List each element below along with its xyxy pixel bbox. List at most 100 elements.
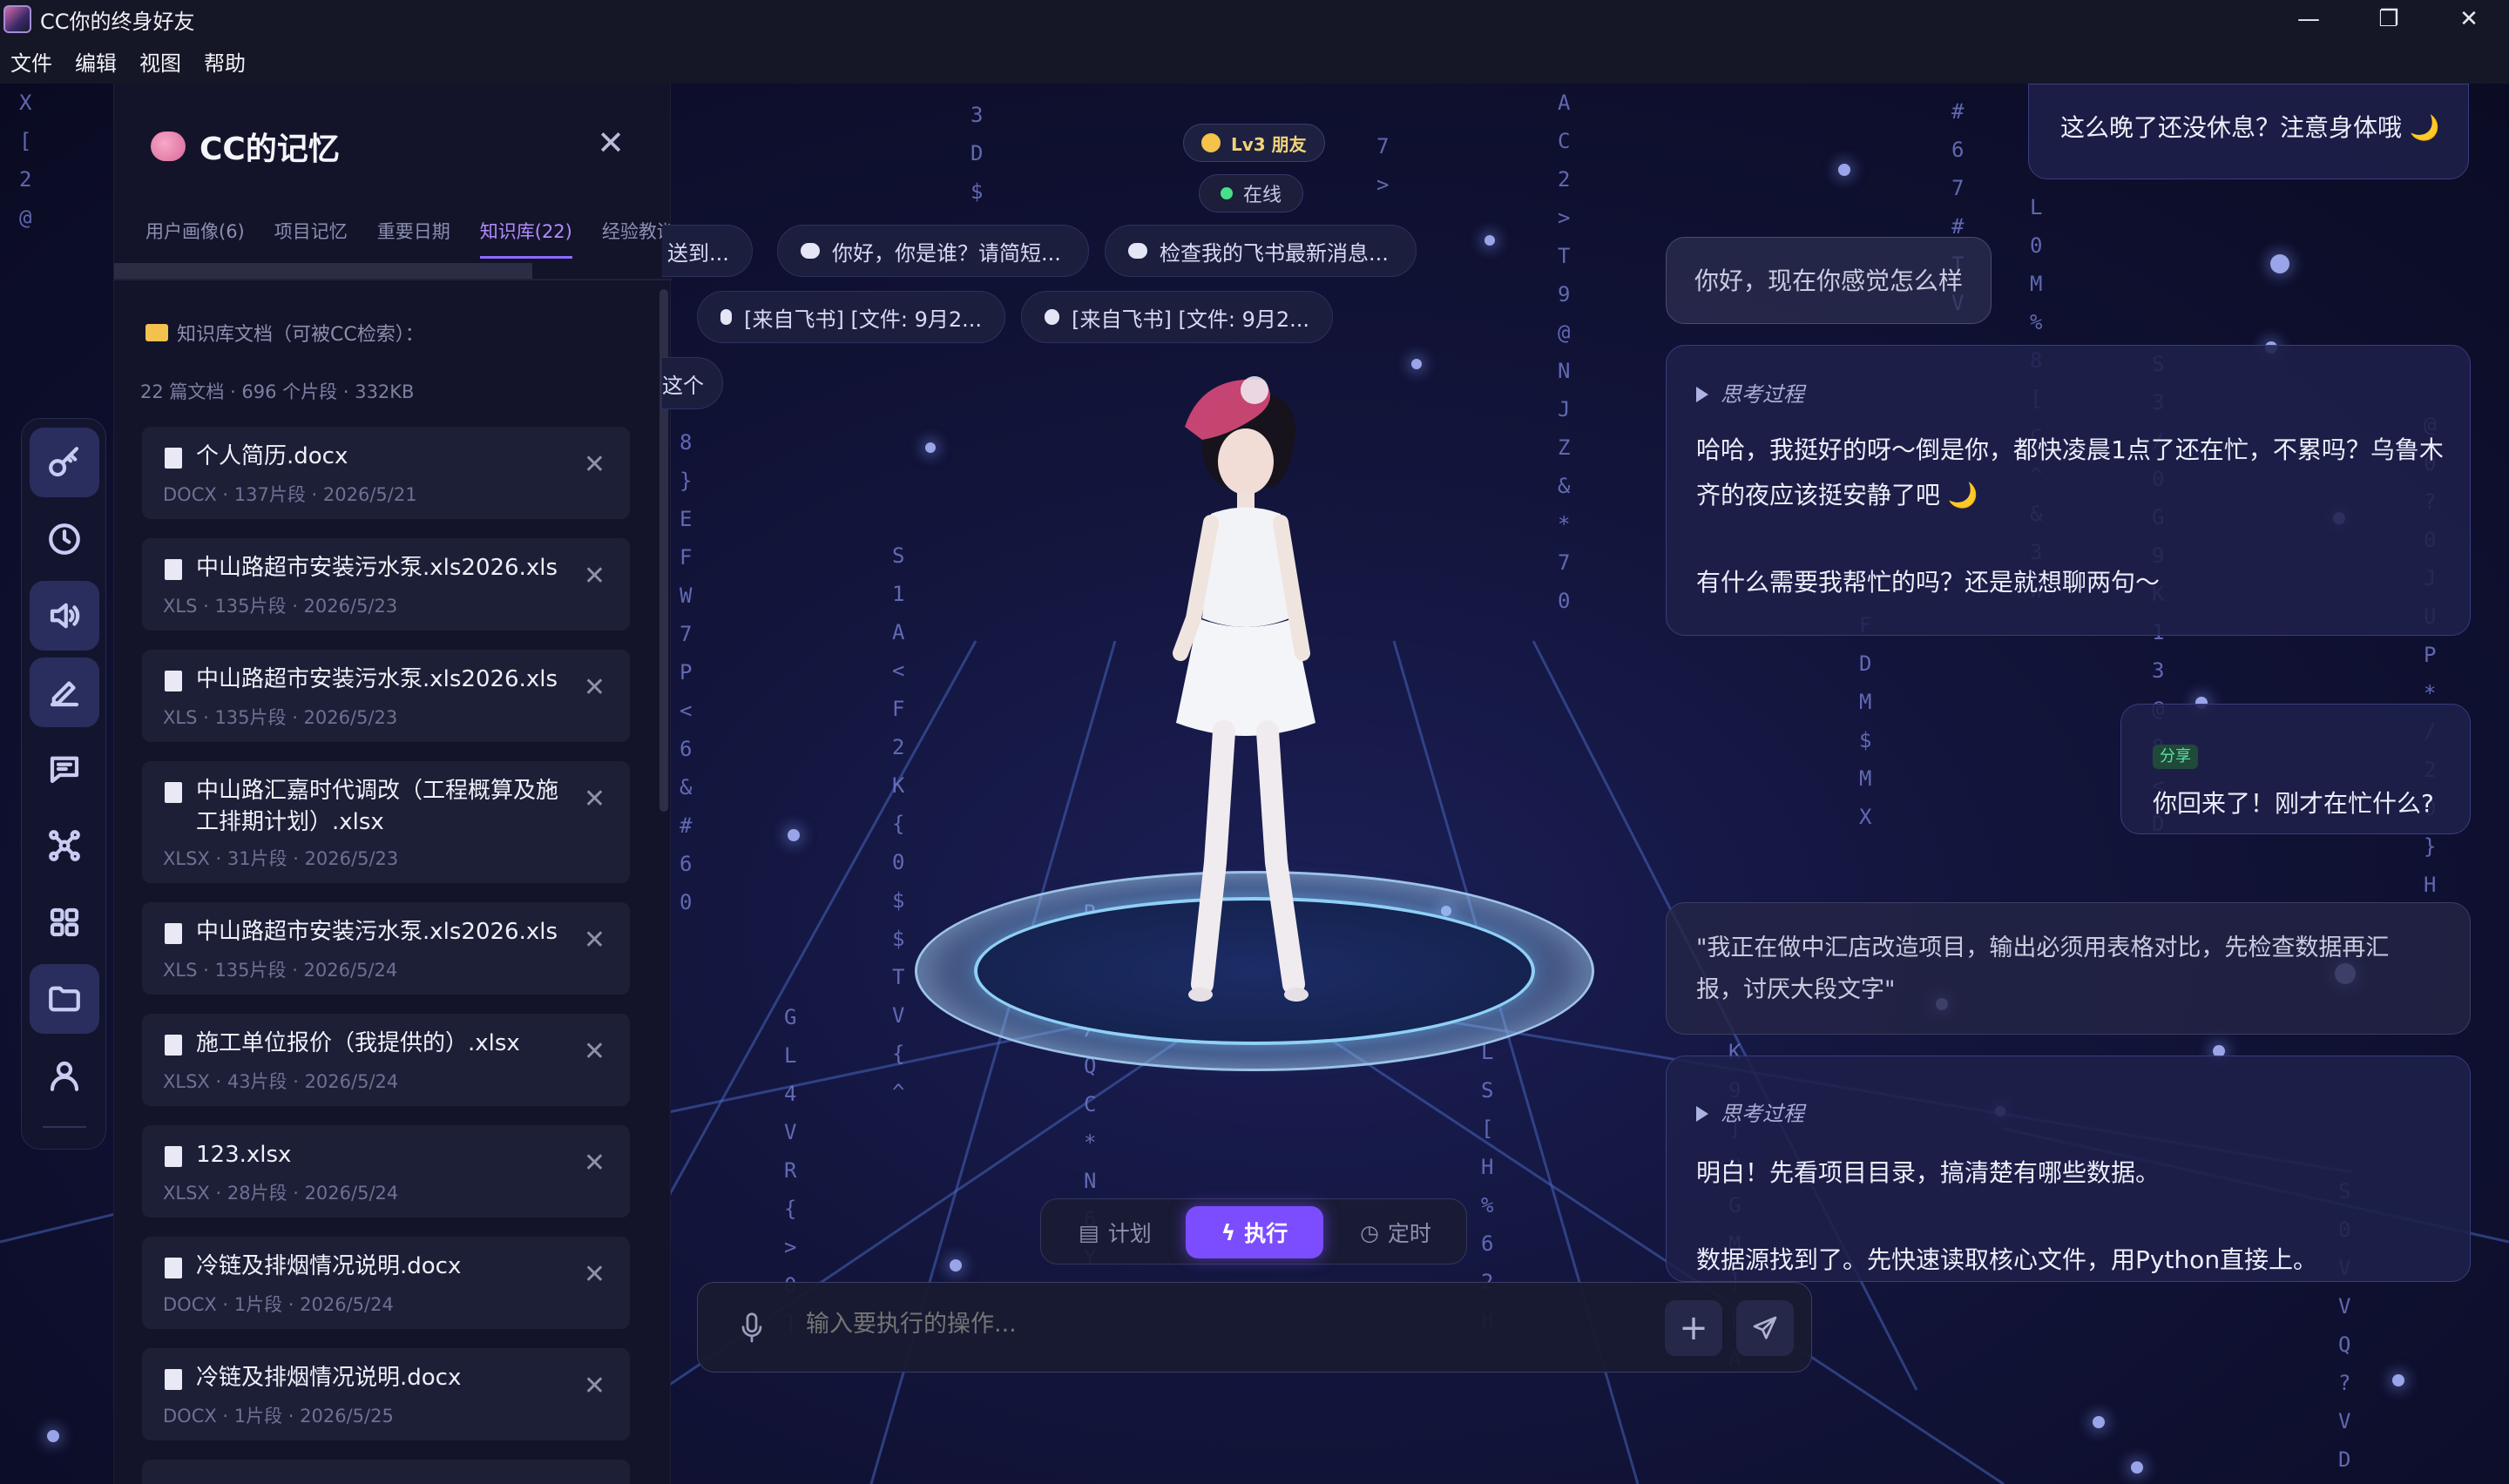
code-rain: 3 D $ (970, 103, 984, 204)
triangle-right-icon (1696, 1106, 1708, 1122)
ai-message: 思考过程 哈哈，我挺好的呀～倒是你，都快凌晨1点了还在忙，不累吗？乌鲁木 齐的夜… (1666, 345, 2471, 636)
restore-button[interactable]: ❐ (2349, 0, 2429, 38)
memory-tabs: 用户画像(6) 项目记忆 重要日期 知识库(22) 经验教训 (145, 218, 672, 259)
ai-reply-line: 齐的夜应该挺安静了吧 🌙 (1696, 481, 1978, 509)
share-tag[interactable]: 分享 (2153, 745, 2198, 769)
doc-name: 冷链及排烟情况说明.docx (196, 1365, 462, 1391)
online-text: 在线 (1243, 185, 1282, 206)
delete-icon[interactable]: ✕ (584, 1148, 605, 1178)
document-icon (165, 1035, 182, 1056)
quick-chip[interactable]: 检查我的飞书最新消息... (1105, 225, 1417, 277)
document-icon (165, 1258, 182, 1278)
delete-icon[interactable]: ✕ (584, 449, 605, 480)
nav-network-button[interactable] (30, 811, 99, 880)
microphone-button[interactable] (724, 1300, 780, 1356)
doc-name: 中山路超市安装污水泵.xls2026.xls (196, 555, 558, 581)
doc-card[interactable]: 个人简历.docx DOCX · 137片段 · 2026/5/21 ✕ (142, 427, 630, 519)
user-message-text: "我正在做中汇店改造项目，输出必须用表格对比，先检查数据再汇 (1696, 934, 2390, 961)
quick-chip[interactable]: 你好，你是谁？请简短... (777, 225, 1089, 277)
code-rain: A C 2 > T 9 @ N J Z & * 7 0 (1558, 91, 1571, 613)
send-button[interactable] (1736, 1300, 1794, 1356)
lightning-icon: ϟ (1221, 1219, 1236, 1245)
key-icon (49, 447, 79, 477)
doc-card[interactable]: 中山路超市安装污水泵.xls2026.xls XLS · 135片段 · 202… (142, 902, 630, 995)
close-window-button[interactable]: ✕ (2429, 0, 2509, 38)
user-message: 你好，现在你感觉怎么样 (1666, 237, 1992, 324)
menu-view[interactable]: 视图 (139, 46, 181, 77)
doc-card[interactable] (142, 1460, 630, 1484)
doc-card[interactable]: 冷链及排烟情况说明.docx DOCX · 1片段 · 2026/5/24 ✕ (142, 1237, 630, 1329)
menu-help[interactable]: 帮助 (204, 46, 246, 77)
memory-header: CC的记忆 (151, 124, 340, 169)
tab-lessons[interactable]: 经验教训 (602, 218, 672, 259)
doc-meta: XLS · 135片段 · 2026/5/23 (163, 596, 398, 617)
close-icon[interactable]: ✕ (593, 125, 628, 160)
ai-reply-line: 数据源找到了。先快速读取核心文件，用Python直接上。 (1696, 1245, 2318, 1274)
title-bar: CC你的终身好友 — ❐ ✕ (0, 0, 2509, 38)
doc-card[interactable]: 123.xlsx XLSX · 28片段 · 2026/5/24 ✕ (142, 1125, 630, 1218)
chat-icon (50, 756, 79, 784)
speech-bubble-icon (801, 243, 820, 259)
folder-icon (145, 324, 168, 341)
window-title: CC你的终身好友 (40, 9, 195, 34)
doc-meta: XLS · 135片段 · 2026/5/23 (163, 707, 398, 728)
nav-profile-button[interactable] (30, 1041, 99, 1110)
microphone-icon (741, 1312, 762, 1343)
mode-switcher: ▤ 计划 ϟ 执行 ◷ 定时 (1040, 1198, 1467, 1265)
tab-knowledge-base[interactable]: 知识库(22) (479, 218, 572, 259)
doc-card[interactable]: 施工单位报价（我提供的）.xlsx XLSX · 43片段 · 2026/5/2… (142, 1014, 630, 1106)
thinking-toggle[interactable]: 思考过程 (1696, 372, 2470, 417)
quick-chip[interactable]: 这个 (662, 357, 723, 409)
doc-card[interactable]: 中山路汇嘉时代调改（工程概算及施工排期计划）.xlsx XLSX · 31片段 … (142, 761, 630, 883)
command-input[interactable] (806, 1311, 1451, 1338)
quick-chip[interactable]: [来自飞书] [文件: 9月2... (697, 291, 1005, 343)
folder-label: 知识库文档（可被CC检索）： (177, 324, 424, 346)
doc-card[interactable]: 冷链及排烟情况说明.docx DOCX · 1片段 · 2026/5/25 ✕ (142, 1348, 630, 1440)
ai-message-text: 这么晚了还没休息？注意身体哦 🌙 (2060, 113, 2440, 142)
ai-message-text: 你回来了！刚才在忙什么? (2153, 789, 2434, 818)
delete-icon[interactable]: ✕ (584, 1259, 605, 1290)
brain-icon (151, 132, 186, 161)
tab-important-dates[interactable]: 重要日期 (377, 218, 450, 259)
memory-panel: CC的记忆 ✕ 用户画像(6) 项目记忆 重要日期 知识库(22) 经验教训 知… (113, 84, 672, 1484)
doc-name: 冷链及排烟情况说明.docx (196, 1253, 462, 1279)
document-icon (165, 923, 182, 944)
delete-icon[interactable]: ✕ (584, 672, 605, 703)
minimize-button[interactable]: — (2269, 0, 2349, 38)
tab-user-profile[interactable]: 用户画像(6) (145, 218, 245, 259)
delete-icon[interactable]: ✕ (584, 1371, 605, 1401)
tabs-scrollbar[interactable] (114, 263, 532, 279)
doc-card[interactable]: 中山路超市安装污水泵.xls2026.xls XLS · 135片段 · 202… (142, 538, 630, 631)
mode-plan-button[interactable]: ▤ 计划 (1057, 1206, 1173, 1258)
code-rain: 7 > (1376, 134, 1390, 197)
doc-meta: XLS · 135片段 · 2026/5/24 (163, 960, 398, 981)
nav-history-button[interactable] (30, 504, 99, 574)
mode-execute-button[interactable]: ϟ 执行 (1186, 1206, 1323, 1258)
mode-schedule-button[interactable]: ◷ 定时 (1337, 1206, 1454, 1258)
add-button[interactable]: + (1665, 1300, 1722, 1356)
nav-files-button[interactable] (30, 964, 99, 1034)
delete-icon[interactable]: ✕ (584, 561, 605, 591)
doc-card[interactable]: 中山路超市安装污水泵.xls2026.xls XLS · 135片段 · 202… (142, 650, 630, 742)
menu-edit[interactable]: 编辑 (75, 46, 117, 77)
code-rain: X [ 2 @ (19, 91, 32, 230)
speech-bubble-icon (720, 309, 733, 325)
nav-apps-button[interactable] (30, 887, 99, 957)
delete-icon[interactable]: ✕ (584, 925, 605, 955)
online-dot-icon (1221, 187, 1233, 199)
nav-key-button[interactable] (30, 428, 99, 497)
delete-icon[interactable]: ✕ (584, 784, 605, 814)
menu-file[interactable]: 文件 (10, 46, 52, 77)
nav-edit-button[interactable] (30, 658, 99, 727)
tabs-divider (114, 279, 672, 280)
nav-chat-button[interactable] (30, 734, 99, 804)
user-message: "我正在做中汇店改造项目，输出必须用表格对比，先检查数据再汇 报，讨厌大段文字" (1666, 902, 2471, 1035)
quick-chip[interactable]: 送到... (662, 225, 753, 277)
document-icon (165, 448, 182, 469)
tab-project-memory[interactable]: 项目记忆 (274, 218, 348, 259)
delete-icon[interactable]: ✕ (584, 1036, 605, 1067)
quick-chip[interactable]: [来自飞书] [文件: 9月2... (1021, 291, 1333, 343)
nav-voice-button[interactable] (30, 581, 99, 651)
level-text: Lv3 朋友 (1231, 133, 1307, 155)
thinking-toggle[interactable]: 思考过程 (1696, 1091, 2470, 1137)
